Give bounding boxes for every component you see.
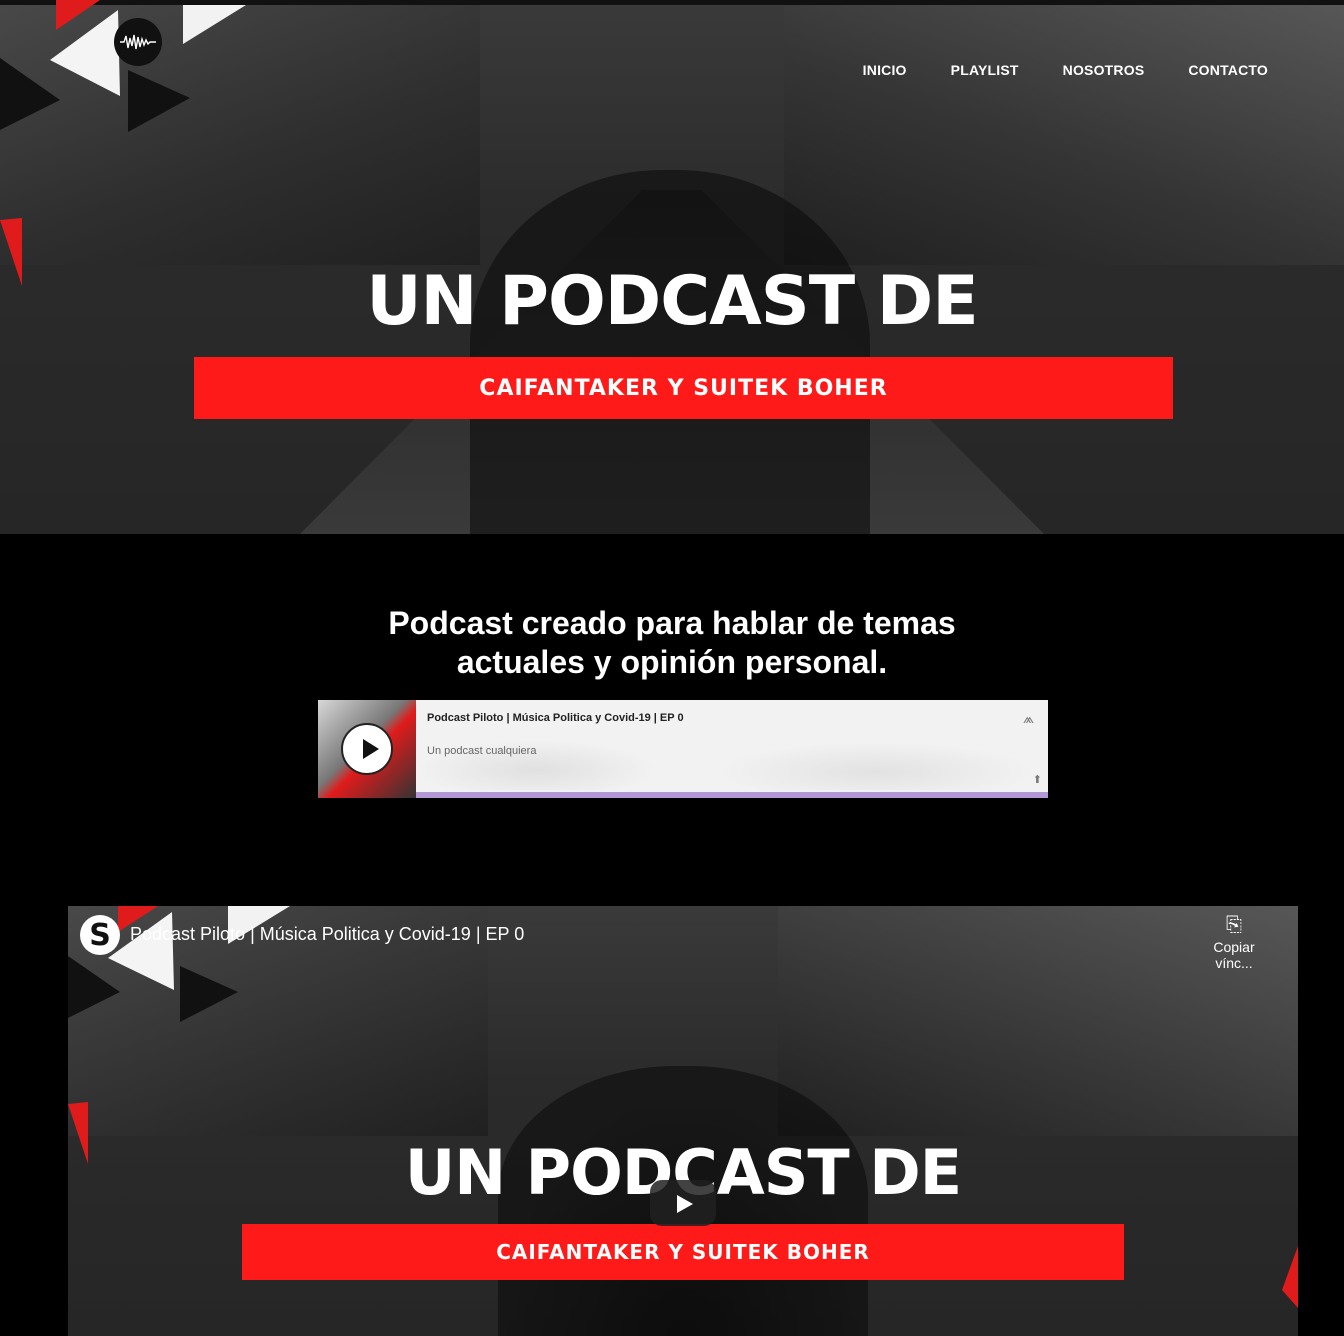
channel-letter: S <box>89 917 111 953</box>
nav-item-playlist[interactable]: PLAYLIST <box>951 62 1019 78</box>
podcast-player: Podcast Piloto | Música Politica y Covid… <box>318 700 1048 798</box>
video-title[interactable]: Podcast Piloto | Música Politica y Covid… <box>130 924 524 945</box>
progress-bar[interactable] <box>416 792 1048 798</box>
hero-subtitle-band: CAIFANTAKER Y SUITEK BOHER <box>194 357 1173 419</box>
channel-avatar[interactable]: S <box>80 915 120 955</box>
nav-item-contacto[interactable]: CONTACTO <box>1188 62 1268 78</box>
youtube-embed[interactable]: UN PODCAST DE CAIFANTAKER Y SUITEK BOHER… <box>68 906 1298 1336</box>
logo[interactable] <box>114 18 162 66</box>
nav-item-nosotros[interactable]: NOSOTROS <box>1063 62 1145 78</box>
nav-item-inicio[interactable]: INICIO <box>863 62 907 78</box>
waveform <box>416 730 1048 790</box>
tagline-line-2: actuales y opinión personal. <box>456 644 888 680</box>
share-icon[interactable]: ⬆ <box>1033 773 1042 786</box>
copy-link-label: Copiar vínc... <box>1213 939 1255 971</box>
copy-icon: ⎘ <box>1226 914 1242 936</box>
play-button[interactable] <box>341 723 393 775</box>
video-play-button[interactable] <box>650 1180 716 1226</box>
podcast-name[interactable]: Un podcast cualquiera <box>427 745 536 757</box>
intro-tagline: Podcast creado para hablar de temas actu… <box>0 604 1344 682</box>
video-cover-band: CAIFANTAKER Y SUITEK BOHER <box>242 1224 1124 1280</box>
main-nav: INICIO PLAYLIST NOSOTROS CONTACTO <box>819 62 1268 78</box>
waveform-icon <box>120 34 156 50</box>
tagline-line-1: Podcast creado para hablar de temas <box>388 605 956 641</box>
video-decorative-triangle-right <box>1282 1246 1298 1308</box>
hero-banner: INICIO PLAYLIST NOSOTROS CONTACTO UN POD… <box>0 0 1344 534</box>
anchor-icon[interactable]: ⩕ <box>1023 710 1034 727</box>
hero-title: UN PODCAST DE <box>366 262 978 341</box>
copy-link-button[interactable]: ⎘ Copiar vínc... <box>1194 914 1274 971</box>
hero-silhouette <box>470 170 870 534</box>
hero-background-right <box>784 5 1344 265</box>
episode-title[interactable]: Podcast Piloto | Música Politica y Covid… <box>427 712 684 724</box>
